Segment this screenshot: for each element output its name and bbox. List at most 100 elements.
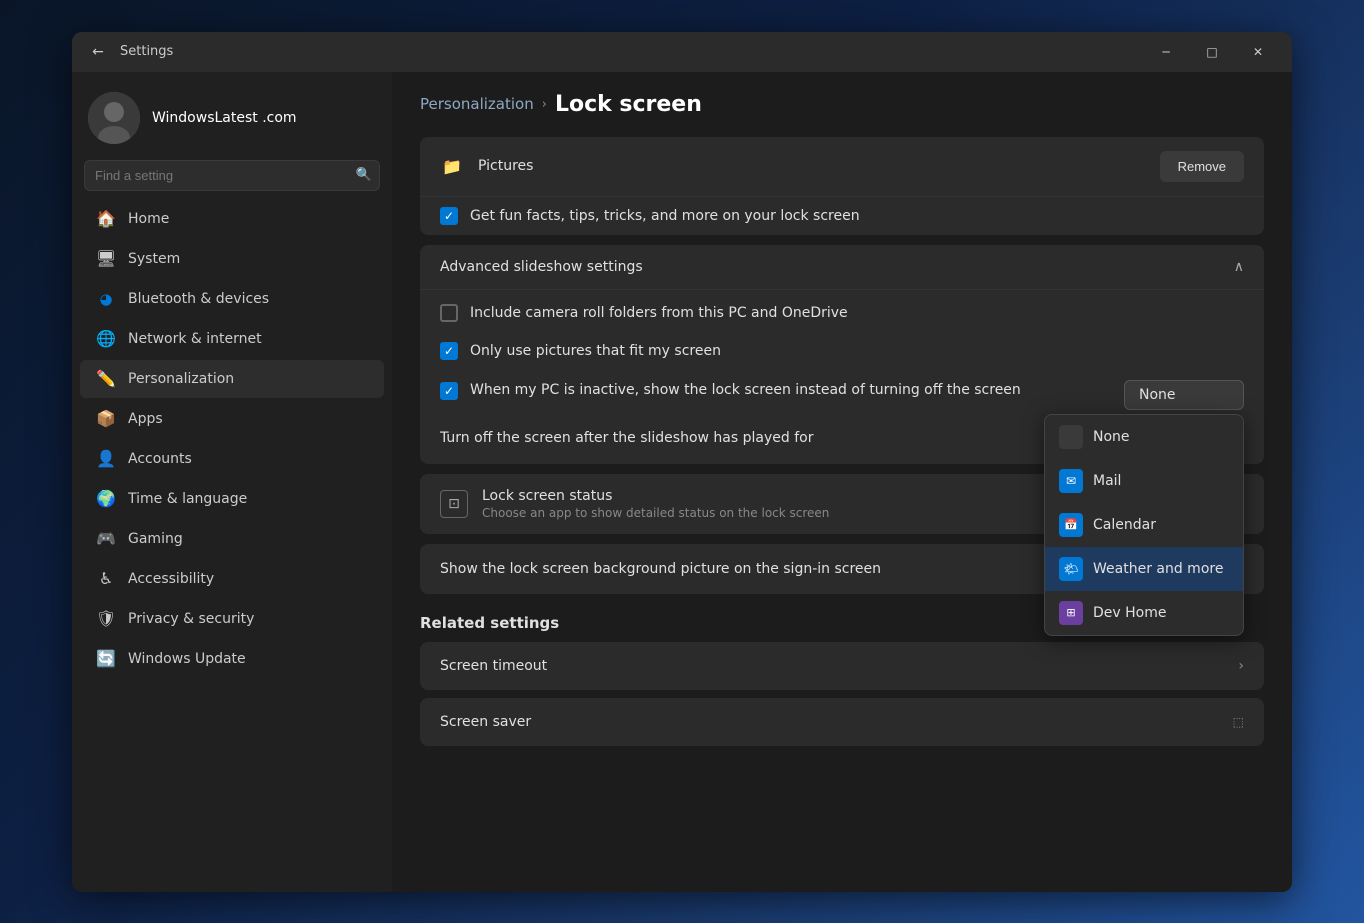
fit-screen-label: Only use pictures that fit my screen bbox=[470, 343, 721, 359]
sidebar-item-label: Home bbox=[128, 211, 169, 227]
breadcrumb: Personalization › Lock screen bbox=[420, 92, 1264, 117]
advanced-section-header[interactable]: Advanced slideshow settings ∧ bbox=[420, 245, 1264, 289]
calendar-icon: 📅 bbox=[1059, 513, 1083, 537]
sidebar-item-bluetooth[interactable]: ◕ Bluetooth & devices bbox=[80, 280, 384, 318]
folder-icon: 📁 bbox=[440, 154, 464, 178]
weather-icon: 🌤 bbox=[1059, 557, 1083, 581]
back-button[interactable]: ← bbox=[84, 38, 112, 66]
settings-window: ← Settings ─ □ ✕ WindowsLatest .com bbox=[72, 32, 1292, 892]
search-box: 🔍 bbox=[84, 160, 380, 191]
pictures-label: Pictures bbox=[478, 158, 1146, 174]
devhome-icon: ⊞ bbox=[1059, 601, 1083, 625]
sidebar: WindowsLatest .com 🔍 🏠 Home 🖥 System ◕ B… bbox=[72, 72, 392, 892]
sidebar-item-label: System bbox=[128, 251, 180, 267]
home-icon: 🏠 bbox=[96, 209, 116, 229]
pictures-row: 📁 Pictures Remove bbox=[420, 137, 1264, 197]
sidebar-item-label: Accounts bbox=[128, 451, 192, 467]
privacy-icon: 🛡 bbox=[96, 609, 116, 629]
screen-saver-row[interactable]: Screen saver ⬚ bbox=[420, 698, 1264, 746]
sidebar-item-label: Personalization bbox=[128, 371, 234, 387]
sidebar-item-update[interactable]: 🔄 Windows Update bbox=[80, 640, 384, 678]
breadcrumb-separator: › bbox=[542, 97, 547, 112]
personalization-icon: ✏️ bbox=[96, 369, 116, 389]
sidebar-item-network[interactable]: 🌐 Network & internet bbox=[80, 320, 384, 358]
advanced-section-body: ✓ Include camera roll folders from this … bbox=[420, 289, 1264, 464]
sidebar-item-label: Time & language bbox=[128, 491, 247, 507]
sidebar-item-label: Apps bbox=[128, 411, 163, 427]
inactive-label: When my PC is inactive, show the lock sc… bbox=[470, 382, 1021, 398]
sidebar-item-personalization[interactable]: ✏️ Personalization bbox=[80, 360, 384, 398]
accessibility-icon: ♿ bbox=[96, 569, 116, 589]
screen-saver-label: Screen saver bbox=[440, 714, 531, 730]
dropdown-value[interactable]: None bbox=[1124, 380, 1244, 410]
username: WindowsLatest .com bbox=[152, 110, 297, 126]
sidebar-item-accounts[interactable]: 👤 Accounts bbox=[80, 440, 384, 478]
dropdown-item-mail[interactable]: ✉ Mail bbox=[1045, 459, 1243, 503]
titlebar-title: Settings bbox=[120, 44, 1144, 59]
lock-status-dropdown[interactable]: None None ✉ Mail bbox=[1124, 380, 1244, 410]
gaming-icon: 🎮 bbox=[96, 529, 116, 549]
dropdown-item-calendar[interactable]: 📅 Calendar bbox=[1045, 503, 1243, 547]
external-link-icon: ⬚ bbox=[1233, 715, 1244, 729]
camera-roll-label: Include camera roll folders from this PC… bbox=[470, 305, 848, 321]
time-icon: 🌍 bbox=[96, 489, 116, 509]
content-area: Personalization › Lock screen 📁 Pictures… bbox=[392, 72, 1292, 892]
advanced-slideshow-card: Advanced slideshow settings ∧ ✓ Include … bbox=[420, 245, 1264, 464]
fun-facts-checkbox[interactable]: ✓ bbox=[440, 207, 458, 225]
sidebar-item-accessibility[interactable]: ♿ Accessibility bbox=[80, 560, 384, 598]
window-controls: ─ □ ✕ bbox=[1144, 37, 1280, 67]
chevron-right-icon: › bbox=[1238, 658, 1244, 674]
breadcrumb-parent[interactable]: Personalization bbox=[420, 95, 534, 113]
sidebar-item-system[interactable]: 🖥 System bbox=[80, 240, 384, 278]
titlebar: ← Settings ─ □ ✕ bbox=[72, 32, 1292, 72]
sidebar-item-label: Windows Update bbox=[128, 651, 246, 667]
sidebar-item-label: Accessibility bbox=[128, 571, 214, 587]
dropdown-item-devhome[interactable]: ⊞ Dev Home bbox=[1045, 591, 1243, 635]
chevron-up-icon: ∧ bbox=[1234, 259, 1244, 275]
screen-timeout-row[interactable]: Screen timeout › bbox=[420, 642, 1264, 690]
inactive-row: ✓ When my PC is inactive, show the lock … bbox=[420, 370, 1264, 420]
accounts-icon: 👤 bbox=[96, 449, 116, 469]
pictures-card: 📁 Pictures Remove ✓ Get fun facts, tips,… bbox=[420, 137, 1264, 235]
breadcrumb-current: Lock screen bbox=[555, 92, 702, 117]
sidebar-item-label: Privacy & security bbox=[128, 611, 254, 627]
maximize-button[interactable]: □ bbox=[1190, 37, 1234, 67]
search-input[interactable] bbox=[84, 160, 380, 191]
bluetooth-icon: ◕ bbox=[96, 289, 116, 309]
fun-facts-row: ✓ Get fun facts, tips, tricks, and more … bbox=[420, 197, 1264, 235]
sidebar-item-label: Bluetooth & devices bbox=[128, 291, 269, 307]
avatar[interactable] bbox=[88, 92, 140, 144]
none-icon bbox=[1059, 425, 1083, 449]
mail-icon: ✉ bbox=[1059, 469, 1083, 493]
dropdown-menu: None ✉ Mail 📅 Calendar bbox=[1044, 414, 1244, 636]
remove-button[interactable]: Remove bbox=[1160, 151, 1244, 182]
dropdown-item-weather[interactable]: 🌤 Weather and more bbox=[1045, 547, 1243, 591]
screen-timeout-label: Screen timeout bbox=[440, 658, 547, 674]
minimize-button[interactable]: ─ bbox=[1144, 37, 1188, 67]
sidebar-item-apps[interactable]: 📦 Apps bbox=[80, 400, 384, 438]
user-section: WindowsLatest .com bbox=[72, 84, 392, 160]
sidebar-item-label: Network & internet bbox=[128, 331, 262, 347]
advanced-section-title: Advanced slideshow settings bbox=[440, 259, 643, 275]
system-icon: 🖥 bbox=[96, 249, 116, 269]
sidebar-item-privacy[interactable]: 🛡 Privacy & security bbox=[80, 600, 384, 638]
close-button[interactable]: ✕ bbox=[1236, 37, 1280, 67]
search-icon: 🔍 bbox=[356, 168, 372, 183]
sidebar-item-gaming[interactable]: 🎮 Gaming bbox=[80, 520, 384, 558]
update-icon: 🔄 bbox=[96, 649, 116, 669]
camera-roll-row: ✓ Include camera roll folders from this … bbox=[420, 294, 1264, 332]
network-icon: 🌐 bbox=[96, 329, 116, 349]
main-content: WindowsLatest .com 🔍 🏠 Home 🖥 System ◕ B… bbox=[72, 72, 1292, 892]
sidebar-item-label: Gaming bbox=[128, 531, 183, 547]
lock-status-icon: ⊡ bbox=[440, 490, 468, 518]
sidebar-item-home[interactable]: 🏠 Home bbox=[80, 200, 384, 238]
fun-facts-label: Get fun facts, tips, tricks, and more on… bbox=[470, 208, 860, 224]
dropdown-item-none[interactable]: None bbox=[1045, 415, 1243, 459]
camera-roll-checkbox[interactable]: ✓ bbox=[440, 304, 458, 322]
inactive-checkbox[interactable]: ✓ bbox=[440, 382, 458, 400]
apps-icon: 📦 bbox=[96, 409, 116, 429]
sidebar-item-time[interactable]: 🌍 Time & language bbox=[80, 480, 384, 518]
fit-screen-checkbox[interactable]: ✓ bbox=[440, 342, 458, 360]
fit-screen-row: ✓ Only use pictures that fit my screen bbox=[420, 332, 1264, 370]
turn-off-label: Turn off the screen after the slideshow … bbox=[440, 430, 813, 446]
